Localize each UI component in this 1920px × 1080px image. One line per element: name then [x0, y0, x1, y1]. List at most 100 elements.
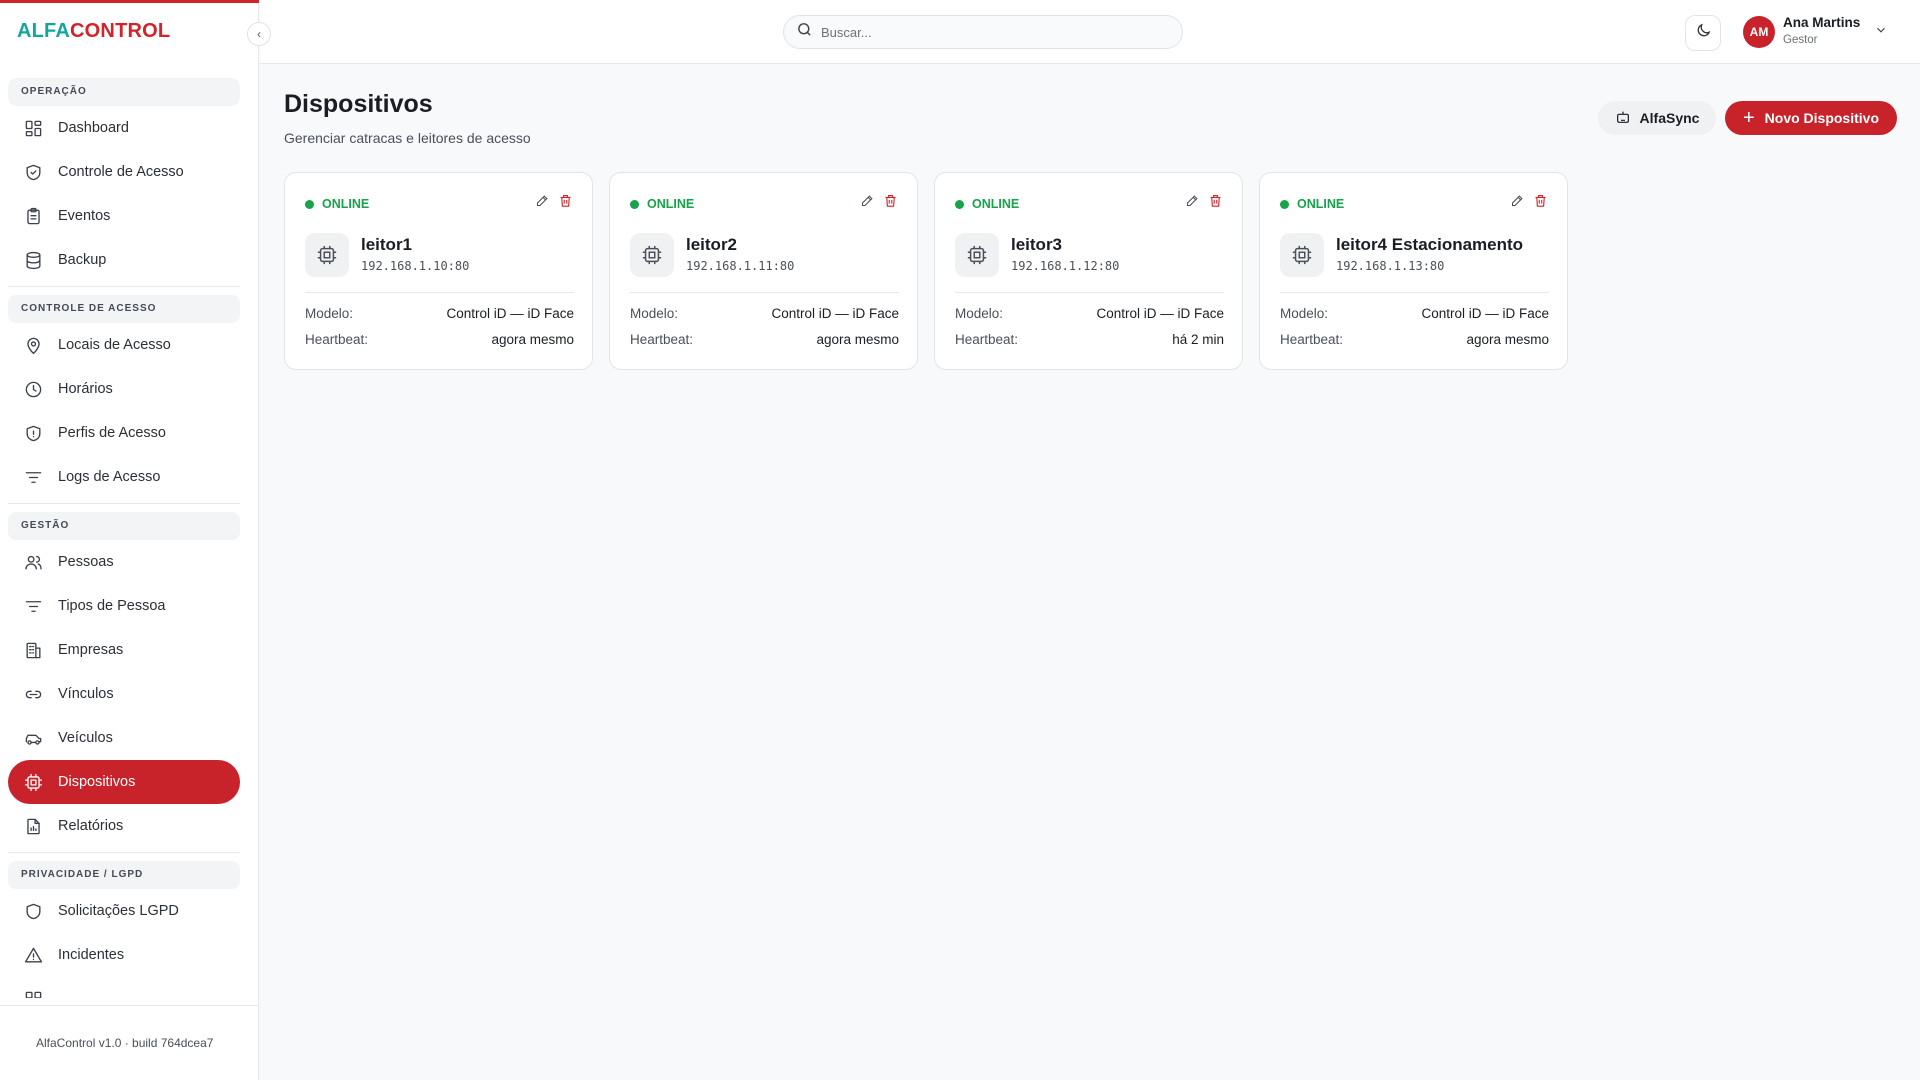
- sidebar-item-label: Backup: [58, 252, 107, 268]
- sidebar-item-tipos-de-pessoa[interactable]: Tipos de Pessoa: [8, 584, 240, 628]
- heartbeat-label: Heartbeat:: [305, 332, 369, 347]
- card-divider: [305, 292, 574, 293]
- edit-icon[interactable]: [535, 193, 551, 209]
- sidebar-item-veiculos[interactable]: Veículos: [8, 716, 240, 760]
- shield-icon: [23, 901, 43, 921]
- app-logo[interactable]: ALFACONTROL: [17, 20, 170, 43]
- sidebar-item-controle-de-acesso[interactable]: Controle de Acesso: [8, 150, 240, 194]
- model-label: Modelo:: [955, 306, 1004, 321]
- trash-icon[interactable]: [558, 193, 574, 209]
- nav-section-title: OPERAÇÃO: [8, 78, 240, 106]
- edit-icon[interactable]: [1185, 193, 1201, 209]
- trash-icon[interactable]: [883, 193, 899, 209]
- users-icon: [23, 552, 43, 572]
- sidebar-item-dispositivos[interactable]: Dispositivos: [8, 760, 240, 804]
- logo-part-control: CONTROL: [70, 20, 171, 42]
- alfasync-button[interactable]: AlfaSync: [1598, 101, 1716, 135]
- sidebar-item-perfis-de-acesso[interactable]: Perfis de Acesso: [8, 411, 240, 455]
- model-value: Control iD — iD Face: [1421, 306, 1549, 321]
- sidebar-item-more[interactable]: [8, 977, 240, 998]
- theme-toggle-button[interactable]: [1685, 15, 1721, 51]
- search-bar[interactable]: [783, 15, 1183, 49]
- sidebar-item-logs-de-acesso[interactable]: Logs de Acesso: [8, 455, 240, 499]
- device-card[interactable]: ONLINE leitor4 Estacionamento 192.168.1.…: [1259, 172, 1568, 370]
- heartbeat-label: Heartbeat:: [1280, 332, 1344, 347]
- new-device-button[interactable]: + Novo Dispositivo: [1725, 101, 1897, 135]
- heartbeat-value: há 2 min: [1172, 332, 1224, 347]
- clock-icon: [23, 379, 43, 399]
- sidebar-item-incidentes[interactable]: Incidentes: [8, 933, 240, 977]
- sidebar-item-eventos[interactable]: Eventos: [8, 194, 240, 238]
- status-badge: ONLINE: [1280, 197, 1344, 211]
- model-row: Modelo: Control iD — iD Face: [630, 306, 899, 321]
- sidebar-item-label: Incidentes: [58, 947, 125, 963]
- sidebar-item-solicitacoes-lgpd[interactable]: Solicitações LGPD: [8, 889, 240, 933]
- nav-section-title: PRIVACIDADE / LGPD: [8, 861, 240, 889]
- sidebar-item-locais-de-acesso[interactable]: Locais de Acesso: [8, 323, 240, 367]
- car-icon: [23, 728, 43, 748]
- cpu-icon: [305, 233, 349, 277]
- sidebar-item-relatorios[interactable]: Relatórios: [8, 804, 240, 848]
- sidebar-item-backup[interactable]: Backup: [8, 238, 240, 282]
- top-header: AM Ana Martins Gestor: [260, 0, 1920, 64]
- trash-icon[interactable]: [1208, 193, 1224, 209]
- page-subtitle: Gerenciar catracas e leitores de acesso: [284, 130, 531, 146]
- model-label: Modelo:: [1280, 306, 1329, 321]
- device-name: leitor1: [361, 235, 413, 254]
- new-device-label: Novo Dispositivo: [1764, 110, 1880, 126]
- nav-section-controle-de-acesso: CONTROLE DE ACESSO Locais de Acesso Horá…: [8, 295, 240, 499]
- device-card[interactable]: ONLINE leitor2 192.168.1.11:80 Modelo: Co…: [609, 172, 918, 370]
- link-icon: [23, 684, 43, 704]
- status-badge: ONLINE: [305, 197, 369, 211]
- edit-icon[interactable]: [1510, 193, 1526, 209]
- status-text: ONLINE: [972, 197, 1020, 211]
- sidebar-nav: OPERAÇÃO Dashboard Controle de Acesso Ev…: [8, 78, 240, 998]
- sidebar-item-dashboard[interactable]: Dashboard: [8, 106, 240, 150]
- device-ip: 192.168.1.12:80: [1011, 259, 1120, 273]
- building-icon: [23, 640, 43, 660]
- heartbeat-row: Heartbeat: agora mesmo: [630, 332, 899, 347]
- status-dot-icon: [1280, 199, 1289, 209]
- search-input[interactable]: [821, 24, 1161, 40]
- sidebar-item-label: Eventos: [58, 208, 111, 224]
- sidebar-accent-line: [0, 0, 259, 3]
- nav-divider: [8, 503, 240, 504]
- nav-section-title: GESTÃO: [8, 512, 240, 540]
- plus-icon: +: [1742, 107, 1755, 129]
- sidebar-footer: AlfaControl v1.0 · build 764dcea7: [0, 1005, 259, 1080]
- file-chart-icon: [23, 816, 43, 836]
- status-text: ONLINE: [647, 197, 695, 211]
- cpu-icon: [1280, 233, 1324, 277]
- user-role: Gestor: [1783, 34, 1818, 46]
- device-card[interactable]: ONLINE leitor3 192.168.1.12:80 Modelo: Co…: [934, 172, 1243, 370]
- edit-icon[interactable]: [860, 193, 876, 209]
- heartbeat-label: Heartbeat:: [955, 332, 1019, 347]
- search-icon: [796, 21, 813, 43]
- nav-section-gestao: GESTÃO Pessoas Tipos de Pessoa Empresas …: [8, 512, 240, 848]
- sidebar-item-label: Relatórios: [58, 818, 124, 834]
- sidebar-item-vinculos[interactable]: Vínculos: [8, 672, 240, 716]
- filter-lines-icon: [23, 467, 43, 487]
- status-text: ONLINE: [322, 197, 370, 211]
- sidebar-item-label: Solicitações LGPD: [58, 903, 179, 919]
- sidebar-item-horarios[interactable]: Horários: [8, 367, 240, 411]
- status-dot-icon: [630, 199, 639, 209]
- sidebar-item-label: Veículos: [58, 730, 113, 746]
- device-ip: 192.168.1.10:80: [361, 259, 470, 273]
- card-divider: [1280, 292, 1549, 293]
- sidebar-item-pessoas[interactable]: Pessoas: [8, 540, 240, 584]
- device-ip: 192.168.1.13:80: [1336, 259, 1445, 273]
- chevron-left-icon[interactable]: ‹: [247, 22, 271, 46]
- page-title: Dispositivos: [284, 90, 433, 118]
- sidebar-item-label: Pessoas: [58, 554, 114, 570]
- filter-lines-icon: [23, 596, 43, 616]
- sidebar-item-empresas[interactable]: Empresas: [8, 628, 240, 672]
- avatar[interactable]: AM: [1743, 16, 1775, 48]
- model-row: Modelo: Control iD — iD Face: [955, 306, 1224, 321]
- trash-icon[interactable]: [1533, 193, 1549, 209]
- map-pin-icon: [23, 335, 43, 355]
- status-dot-icon: [305, 199, 314, 209]
- device-card[interactable]: ONLINE leitor1 192.168.1.10:80 Modelo: Co…: [284, 172, 593, 370]
- user-name[interactable]: Ana Martins: [1783, 15, 1860, 30]
- chevron-down-icon[interactable]: [1874, 23, 1888, 37]
